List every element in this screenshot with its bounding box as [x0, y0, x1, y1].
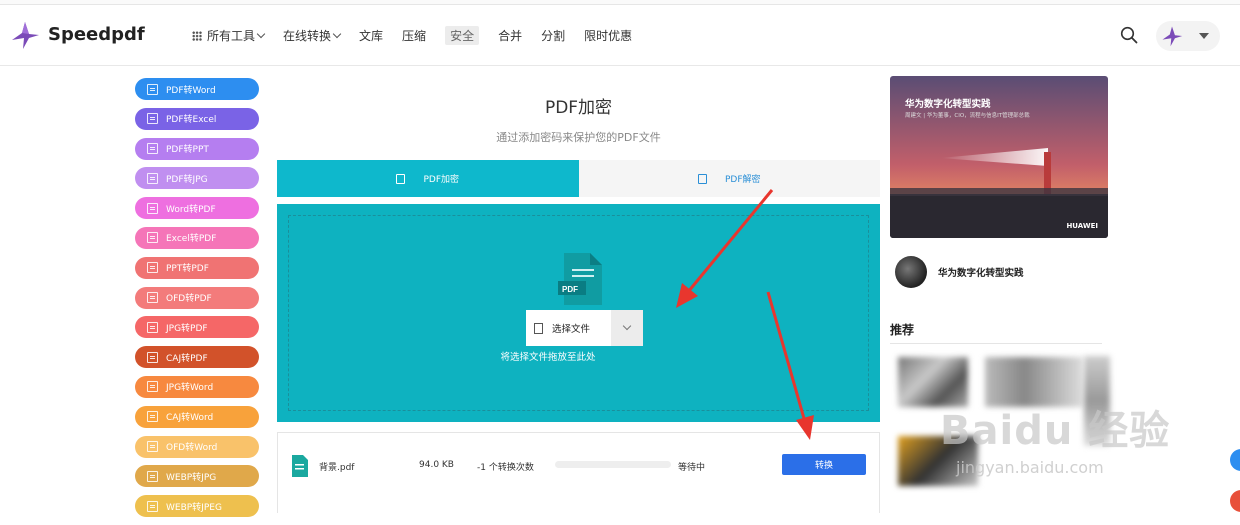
baidu-watermark-url: jingyan.baidu.com — [956, 458, 1104, 477]
divider — [890, 343, 1102, 344]
huawei-logo: HUAWEI — [1066, 222, 1098, 230]
ad-banner[interactable]: 华为数字化转型实践 周建文 | 华为董事，CIO，流程与信息IT管理部总裁 HU… — [890, 76, 1108, 238]
baidu-watermark: Baidu 经验 — [940, 408, 1171, 454]
arrow-to-choose-file — [686, 189, 774, 293]
author-avatar[interactable] — [895, 256, 927, 288]
ad-subtitle: 周建文 | 华为董事，CIO，流程与信息IT管理部总裁 — [905, 113, 1030, 119]
arrow-to-convert — [766, 291, 807, 423]
ad-title: 华为数字化转型实践 — [905, 99, 991, 110]
author-name[interactable]: 华为数字化转型实践 — [938, 265, 1024, 279]
arrowhead — [796, 415, 814, 440]
recommend-heading: 推荐 — [890, 323, 915, 337]
arrowhead — [676, 283, 698, 308]
